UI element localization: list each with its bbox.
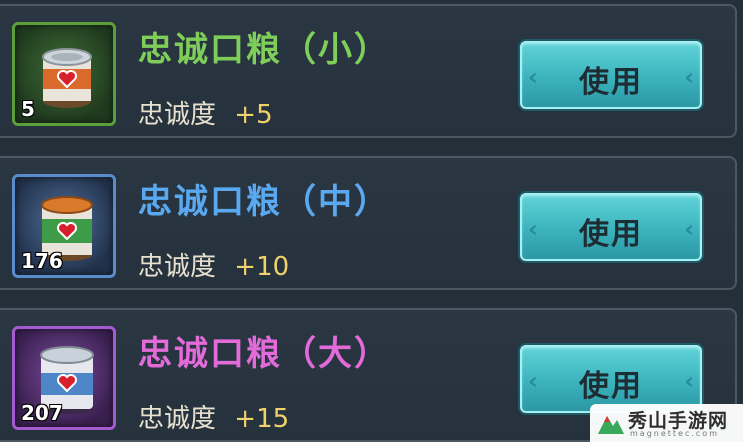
loyalty-bonus: 忠诚度 +5 — [138, 94, 273, 131]
item-slot-medium[interactable]: 176 — [12, 174, 116, 278]
loyalty-bonus: 忠诚度 +15 — [138, 398, 289, 435]
item-row-medium: 176 忠诚口粮（中） 忠诚度 +10 ‹ 使用 ‹ — [0, 156, 737, 290]
item-count: 176 — [21, 249, 63, 273]
use-button-label: 使用 — [579, 217, 643, 252]
loyalty-label: 忠诚度 — [138, 404, 217, 434]
loyalty-label: 忠诚度 — [138, 100, 217, 130]
item-row-small: 5 忠诚口粮（小） 忠诚度 +5 ‹ 使用 ‹ — [0, 4, 737, 138]
mountain-logo-icon — [598, 416, 624, 434]
use-button[interactable]: ‹ 使用 ‹ — [520, 41, 702, 109]
small-can-icon — [42, 48, 92, 108]
item-slot-large[interactable]: 207 — [12, 326, 116, 430]
use-button[interactable]: ‹ 使用 ‹ — [520, 345, 702, 413]
item-count: 5 — [21, 97, 35, 121]
item-slot-small[interactable]: 5 — [12, 22, 116, 126]
use-button[interactable]: ‹ 使用 ‹ — [520, 193, 702, 261]
chevron-left-icon: ‹ — [684, 367, 694, 395]
item-name: 忠诚口粮（小） — [138, 30, 390, 70]
watermark-url: magnettec.com — [630, 429, 719, 438]
loyalty-value: +10 — [234, 252, 290, 282]
use-button-label: 使用 — [579, 369, 643, 404]
loyalty-bonus: 忠诚度 +10 — [138, 246, 289, 283]
loyalty-value: +15 — [234, 404, 290, 434]
use-button-label: 使用 — [579, 65, 643, 100]
item-count: 207 — [21, 401, 63, 425]
chevron-left-icon: ‹ — [684, 63, 694, 91]
chevron-left-icon: ‹ — [684, 215, 694, 243]
watermark: 秀山手游网 magnettec.com — [590, 404, 743, 442]
loyalty-label: 忠诚度 — [138, 252, 217, 282]
item-name: 忠诚口粮（中） — [138, 182, 390, 222]
loyalty-value: +5 — [234, 100, 273, 130]
item-name: 忠诚口粮（大） — [138, 334, 390, 374]
